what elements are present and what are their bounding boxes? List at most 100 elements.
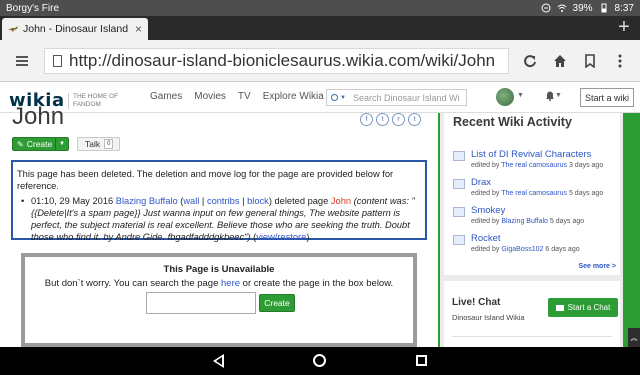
page-edit-icon	[453, 179, 465, 189]
live-chat-title: Live! Chat	[452, 297, 501, 308]
edited-by-label: edited by	[471, 246, 500, 253]
wifi-icon	[557, 4, 566, 12]
page-edit-icon	[453, 235, 465, 245]
twitter-icon[interactable]: t	[376, 113, 389, 126]
recent-item-time: 6 days ago	[545, 246, 580, 253]
tab-title: John - Dinosaur Island Bi	[23, 23, 131, 35]
do-not-disturb-icon	[541, 3, 551, 13]
notifications-bell-icon[interactable]	[545, 90, 555, 104]
scroll-to-top-icon[interactable]: ︽	[628, 328, 640, 347]
home-circle-icon[interactable]	[313, 354, 326, 367]
create-new-page-button[interactable]: Create	[259, 294, 295, 312]
edited-by-label: edited by	[471, 162, 500, 169]
url-field[interactable]: http://dinosaur-island-bioniclesaurus.wi…	[44, 48, 509, 74]
nav-link-tv[interactable]: TV	[238, 91, 251, 102]
tagline-line-2: FANDOM	[73, 101, 101, 108]
new-tab-button[interactable]: +	[614, 16, 634, 40]
wikia-global-nav: wikia THE HOME OF FANDOM Games Movies TV…	[0, 82, 640, 113]
recent-item-link[interactable]: List of DI Revival Characters	[471, 149, 591, 160]
edited-by-label: edited by	[471, 190, 500, 197]
recent-item-user[interactable]: GigaBoss102	[501, 246, 543, 253]
live-chat-subtitle: Dinosaur Island Wikia	[452, 313, 525, 322]
menu-icon[interactable]	[0, 55, 44, 66]
talk-count-badge: 0	[104, 139, 114, 149]
home-icon[interactable]	[545, 48, 575, 74]
status-right: 39% 8:37	[541, 3, 634, 14]
recent-item-meta: edited by Blazing Buffalo 5 days ago	[471, 218, 584, 225]
search-here-link[interactable]: here	[221, 278, 240, 289]
address-bar: http://dinosaur-island-bioniclesaurus.wi…	[0, 40, 640, 82]
log-wall-link[interactable]: wall	[183, 196, 199, 206]
recent-item-time: 5 days ago	[568, 190, 604, 197]
right-rail: Recent Wiki Activity List of DI Revival …	[438, 113, 640, 347]
wiki-search-input[interactable]: ▼ Search Dinosaur Island Wi	[326, 89, 467, 106]
create-dropdown-chevron-icon[interactable]: ▼	[55, 138, 68, 150]
back-icon[interactable]	[213, 354, 224, 368]
recent-item-link[interactable]: Smokey	[471, 205, 505, 216]
url-text: http://dinosaur-island-bioniclesaurus.wi…	[69, 51, 496, 70]
recent-apps-icon[interactable]	[416, 355, 427, 366]
log-timestamp: 01:10, 29 May 2016	[31, 196, 114, 206]
reload-icon[interactable]	[515, 48, 545, 74]
live-chat-module: Live! Chat Dinosaur Island Wikia Start a…	[444, 281, 620, 347]
log-contribs-link[interactable]: contribs	[207, 196, 240, 206]
avatar-chevron-down-icon[interactable]: ▼	[517, 92, 524, 99]
view-restore-link[interactable]: view/restore	[256, 232, 306, 242]
log-page-link[interactable]: John	[331, 196, 351, 206]
status-bar: Borgy's Fire 39% 8:37	[0, 0, 640, 16]
new-page-name-input[interactable]	[146, 292, 256, 314]
see-more-link[interactable]: See more >	[578, 263, 616, 270]
page-unavailable-box: This Page is Unavailable But don`t worry…	[21, 253, 417, 347]
reddit-icon[interactable]: r	[392, 113, 405, 126]
system-nav-bar	[0, 347, 640, 375]
deletion-log-entry: 01:10, 29 May 2016 Blazing Buffalo (wall…	[17, 195, 420, 243]
pencil-icon: ✎	[17, 139, 24, 149]
browser-tab-bar: John - Dinosaur Island Bi × +	[0, 16, 640, 40]
facebook-icon[interactable]: f	[360, 113, 373, 126]
article-area: John f t r t ✎ Create ▼ Talk 0 This page…	[0, 103, 438, 347]
bookmark-icon[interactable]	[575, 48, 605, 74]
unavailable-title: This Page is Unavailable	[163, 264, 275, 275]
search-scope-caret-icon[interactable]: ▼	[340, 95, 346, 101]
unavailable-message: But don`t worry. You can search the page…	[25, 278, 413, 289]
talk-button[interactable]: Talk 0	[77, 137, 120, 151]
start-chat-button[interactable]: Start a Chat	[548, 298, 618, 317]
start-chat-label: Start a Chat	[567, 303, 611, 312]
recent-item-meta: edited by The real camosaurus 5 days ago	[471, 190, 603, 197]
search-icon	[331, 94, 338, 101]
recent-item-user[interactable]: Blazing Buffalo	[501, 218, 548, 225]
log-block-link[interactable]: block	[247, 196, 269, 206]
divider	[452, 336, 612, 337]
tumblr-icon[interactable]: t	[408, 113, 421, 126]
recent-activity-module: Recent Wiki Activity List of DI Revival …	[444, 113, 620, 275]
recent-item-link[interactable]: Rocket	[471, 233, 501, 244]
battery-percent: 39%	[572, 2, 593, 14]
overflow-menu-icon[interactable]	[605, 48, 635, 74]
edited-by-label: edited by	[471, 218, 500, 225]
recent-item-link[interactable]: Drax	[471, 177, 491, 188]
user-avatar[interactable]	[496, 88, 514, 106]
page-edit-icon	[453, 207, 465, 217]
start-a-wiki-button[interactable]: Start a wiki	[580, 88, 634, 107]
recent-item-time: 5 days ago	[549, 218, 585, 225]
tab-close-icon[interactable]: ×	[135, 22, 142, 36]
unavailable-msg-part-2: or create the page in the box below.	[240, 278, 394, 289]
browser-tab[interactable]: John - Dinosaur Island Bi ×	[2, 18, 148, 40]
create-page-row: Create	[146, 292, 295, 314]
create-button-label: Create	[26, 139, 53, 149]
bell-chevron-down-icon[interactable]: ▼	[555, 92, 562, 99]
log-user-link[interactable]: Blazing Buffalo	[116, 196, 178, 206]
status-time: 8:37	[614, 2, 634, 14]
nav-link-movies[interactable]: Movies	[194, 91, 226, 102]
recent-item-user[interactable]: The real camosaurus	[501, 162, 567, 169]
recent-item-meta: edited by The real camosaurus 3 days ago	[471, 162, 603, 169]
nav-link-games[interactable]: Games	[150, 91, 182, 102]
address-actions	[515, 48, 635, 74]
recent-item-time: 3 days ago	[568, 162, 604, 169]
recent-item-user[interactable]: The real camosaurus	[501, 190, 567, 197]
right-rail-inner: Recent Wiki Activity List of DI Revival …	[440, 113, 623, 347]
recent-item-meta: edited by GigaBoss102 6 days ago	[471, 246, 580, 253]
tagline-line-1: THE HOME OF	[73, 93, 119, 100]
create-page-button[interactable]: ✎ Create ▼	[12, 137, 69, 151]
recent-activity-title: Recent Wiki Activity	[453, 115, 572, 129]
